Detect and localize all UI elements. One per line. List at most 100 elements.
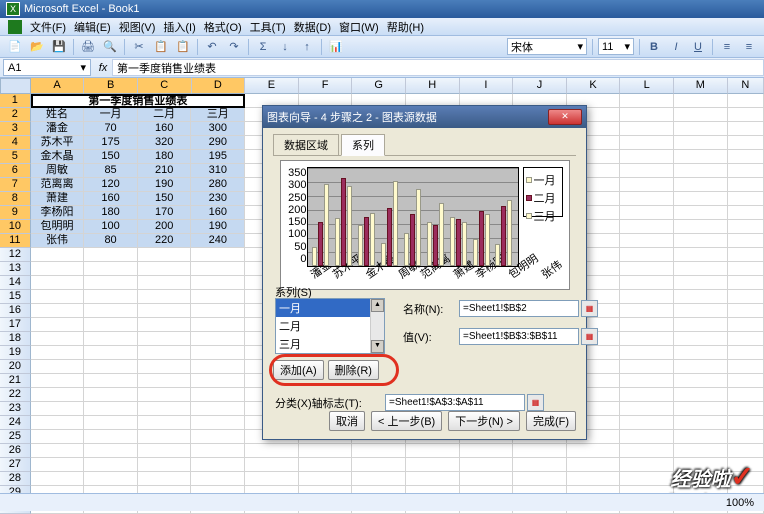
cell[interactable]: 80 bbox=[84, 234, 138, 248]
cell[interactable] bbox=[460, 472, 514, 486]
range-picker-icon[interactable]: ▦ bbox=[581, 328, 598, 345]
menu-insert[interactable]: 插入(I) bbox=[163, 19, 195, 35]
cell[interactable] bbox=[138, 374, 192, 388]
cell[interactable] bbox=[728, 262, 764, 276]
paste-icon[interactable]: 📋 bbox=[173, 38, 193, 56]
cell[interactable] bbox=[460, 444, 514, 458]
cell[interactable]: 李杨阳 bbox=[31, 206, 85, 220]
menu-window[interactable]: 窗口(W) bbox=[339, 19, 379, 35]
cell[interactable] bbox=[674, 402, 728, 416]
column-header[interactable]: I bbox=[460, 78, 514, 94]
cell[interactable] bbox=[138, 416, 192, 430]
cell[interactable] bbox=[674, 94, 728, 108]
scrollbar[interactable]: ▲ ▼ bbox=[370, 299, 384, 353]
cell[interactable] bbox=[620, 444, 674, 458]
finish-button[interactable]: 完成(F) bbox=[526, 411, 576, 431]
cell[interactable] bbox=[620, 108, 674, 122]
cell[interactable] bbox=[567, 458, 621, 472]
cell[interactable]: 包明明 bbox=[31, 220, 85, 234]
range-picker-icon[interactable]: ▦ bbox=[527, 394, 544, 411]
column-header[interactable]: D bbox=[192, 78, 246, 94]
cell[interactable] bbox=[191, 304, 245, 318]
cell[interactable] bbox=[191, 472, 245, 486]
row-header[interactable]: 14 bbox=[0, 276, 31, 290]
cell[interactable] bbox=[674, 192, 728, 206]
column-header[interactable]: J bbox=[513, 78, 567, 94]
cell[interactable] bbox=[191, 332, 245, 346]
row-header[interactable]: 12 bbox=[0, 248, 31, 262]
cell[interactable] bbox=[620, 262, 674, 276]
cell[interactable] bbox=[138, 472, 192, 486]
column-header[interactable]: G bbox=[352, 78, 406, 94]
cell[interactable] bbox=[84, 262, 138, 276]
cell[interactable] bbox=[138, 458, 192, 472]
cell[interactable]: 金木晶 bbox=[31, 150, 85, 164]
cell[interactable] bbox=[674, 374, 728, 388]
cell[interactable] bbox=[728, 178, 764, 192]
row-header[interactable]: 27 bbox=[0, 458, 31, 472]
cell[interactable] bbox=[84, 402, 138, 416]
cell[interactable] bbox=[620, 136, 674, 150]
cell[interactable] bbox=[728, 416, 764, 430]
cell[interactable] bbox=[513, 458, 567, 472]
cell[interactable]: 范离离 bbox=[31, 178, 85, 192]
cell[interactable] bbox=[728, 290, 764, 304]
cell[interactable] bbox=[728, 332, 764, 346]
value-input[interactable] bbox=[459, 328, 579, 345]
cell[interactable] bbox=[191, 374, 245, 388]
cell[interactable] bbox=[674, 122, 728, 136]
cell[interactable] bbox=[191, 458, 245, 472]
dialog-titlebar[interactable]: 图表向导 - 4 步骤之 2 - 图表源数据 ✕ bbox=[263, 106, 586, 128]
cell[interactable] bbox=[31, 430, 85, 444]
cell[interactable]: 160 bbox=[138, 122, 192, 136]
cell[interactable] bbox=[31, 458, 85, 472]
cell[interactable]: 175 bbox=[84, 136, 138, 150]
cell[interactable] bbox=[406, 458, 460, 472]
cell[interactable] bbox=[728, 136, 764, 150]
series-item[interactable]: 一月 bbox=[276, 299, 384, 317]
cell[interactable] bbox=[620, 276, 674, 290]
cell[interactable] bbox=[674, 234, 728, 248]
cell[interactable] bbox=[245, 458, 299, 472]
cell[interactable]: 150 bbox=[84, 150, 138, 164]
cell[interactable]: 第一季度销售业绩表 bbox=[31, 94, 245, 108]
cell[interactable] bbox=[674, 388, 728, 402]
cell[interactable]: 190 bbox=[138, 178, 192, 192]
row-header[interactable]: 18 bbox=[0, 332, 31, 346]
menu-data[interactable]: 数据(D) bbox=[294, 19, 331, 35]
cell[interactable] bbox=[620, 248, 674, 262]
cell[interactable] bbox=[31, 318, 85, 332]
cell[interactable] bbox=[191, 360, 245, 374]
row-header[interactable]: 20 bbox=[0, 360, 31, 374]
cell[interactable] bbox=[138, 402, 192, 416]
cell[interactable] bbox=[728, 360, 764, 374]
cell[interactable] bbox=[728, 318, 764, 332]
tab-data-range[interactable]: 数据区域 bbox=[273, 134, 339, 155]
cell[interactable] bbox=[138, 430, 192, 444]
cell[interactable]: 三月 bbox=[191, 108, 245, 122]
cell[interactable] bbox=[84, 318, 138, 332]
cell[interactable] bbox=[674, 430, 728, 444]
sum-icon[interactable]: Σ bbox=[253, 38, 273, 56]
cell[interactable] bbox=[620, 388, 674, 402]
row-header[interactable]: 26 bbox=[0, 444, 31, 458]
scroll-down-icon[interactable]: ▼ bbox=[371, 340, 384, 353]
cell[interactable] bbox=[728, 248, 764, 262]
cell[interactable] bbox=[84, 332, 138, 346]
cell[interactable] bbox=[138, 360, 192, 374]
row-header[interactable]: 8 bbox=[0, 192, 31, 206]
cell[interactable] bbox=[728, 234, 764, 248]
delete-button[interactable]: 删除(R) bbox=[328, 360, 379, 380]
cell[interactable] bbox=[84, 248, 138, 262]
cell[interactable] bbox=[674, 262, 728, 276]
cell[interactable] bbox=[620, 304, 674, 318]
row-header[interactable]: 28 bbox=[0, 472, 31, 486]
cell[interactable]: 170 bbox=[138, 206, 192, 220]
cell[interactable] bbox=[31, 374, 85, 388]
column-header[interactable]: F bbox=[299, 78, 353, 94]
row-header[interactable]: 6 bbox=[0, 164, 31, 178]
cell[interactable] bbox=[620, 346, 674, 360]
redo-icon[interactable]: ↷ bbox=[224, 38, 244, 56]
row-header[interactable]: 15 bbox=[0, 290, 31, 304]
series-item[interactable]: 二月 bbox=[276, 317, 384, 335]
